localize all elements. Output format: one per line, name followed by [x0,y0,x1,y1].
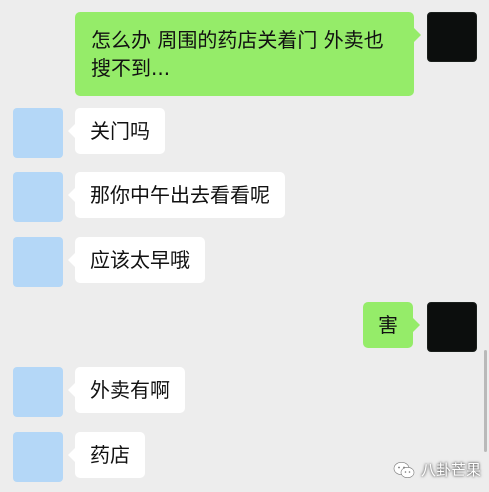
watermark: 八卦芒果 [393,459,481,480]
wechat-logo-icon [393,461,415,478]
message-bubble-self[interactable]: 害 [363,302,420,348]
message-bubble-other[interactable]: 那你中午出去看看呢 [68,172,285,218]
message-bubble-other[interactable]: 外卖有啊 [68,367,185,413]
avatar[interactable] [427,302,477,352]
avatar[interactable] [13,108,63,158]
avatar[interactable] [13,237,63,287]
message-bubble-other[interactable]: 应该太早哦 [68,237,205,283]
chat-area[interactable]: 怎么办 周围的药店关着门 外卖也搜不到... 关门吗 那你中午出去看看呢 应该太… [0,0,489,492]
avatar[interactable] [13,367,63,417]
avatar[interactable] [427,12,477,62]
message-bubble-other[interactable]: 关门吗 [68,108,165,154]
message-bubble-other[interactable]: 药店 [68,432,145,478]
message-bubble-self[interactable]: 怎么办 周围的药店关着门 外卖也搜不到... [75,12,421,96]
watermark-text: 八卦芒果 [420,461,481,479]
avatar[interactable] [13,172,63,222]
avatar[interactable] [13,432,63,482]
scrollbar[interactable] [484,350,487,452]
